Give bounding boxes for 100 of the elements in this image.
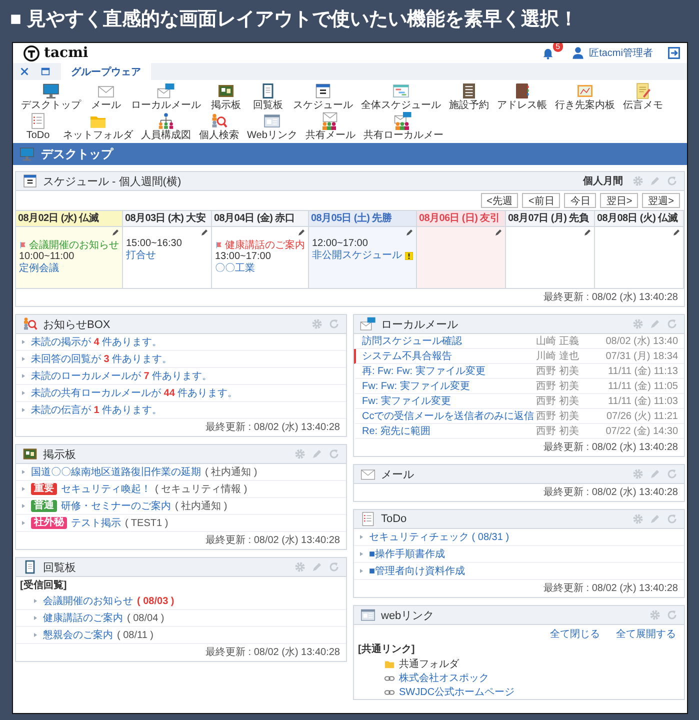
chevron-icon bbox=[34, 599, 37, 603]
app-launcher[interactable]: 全体スケジュール bbox=[357, 82, 445, 111]
app-launcher[interactable]: 施設予約 bbox=[445, 82, 493, 111]
settings-icon[interactable] bbox=[294, 561, 306, 573]
mail-row[interactable]: Fw: 実ファイル変更 西野 初美 11/11 (金) 11:03 bbox=[354, 394, 684, 409]
day-cell[interactable] bbox=[417, 227, 506, 289]
chevron-icon bbox=[22, 357, 25, 361]
refresh-icon[interactable] bbox=[666, 609, 678, 621]
org-chart-icon bbox=[157, 112, 175, 130]
day-cell[interactable] bbox=[506, 227, 595, 289]
date-nav-button[interactable]: <先週 bbox=[480, 193, 518, 208]
app-launcher[interactable]: メール bbox=[85, 82, 127, 111]
monthly-view-link[interactable]: 個人月間 bbox=[583, 174, 623, 188]
mail-row[interactable]: システム不具合報告 川崎 達也 07/31 (月) 18:34 bbox=[354, 349, 684, 364]
notice-link[interactable]: 未回答の回覧が 3 件あります。 bbox=[31, 352, 172, 366]
app-launcher[interactable]: 行き先案内板 bbox=[551, 82, 619, 111]
app-launcher[interactable]: 人員構成図 bbox=[137, 112, 195, 141]
settings-icon[interactable] bbox=[311, 318, 323, 330]
web-link[interactable]: 共通フォルダ bbox=[399, 657, 459, 671]
settings-icon[interactable] bbox=[294, 448, 306, 460]
app-launcher[interactable]: 個人検索 bbox=[195, 112, 243, 141]
notice-link[interactable]: 健康講話のご案内 bbox=[225, 238, 305, 252]
mail-subject: システム不具合報告 bbox=[362, 350, 453, 363]
web-link[interactable]: 株式会社オスポック bbox=[399, 671, 489, 685]
notice-link[interactable]: 会議開催のお知らせ bbox=[29, 238, 119, 252]
settings-icon[interactable] bbox=[632, 468, 644, 480]
settings-icon[interactable] bbox=[632, 318, 644, 330]
app-launcher[interactable]: Webリンク bbox=[243, 112, 302, 141]
circular-link[interactable]: 健康講話のご案内 bbox=[43, 611, 123, 625]
logout-icon[interactable] bbox=[667, 46, 681, 60]
app-launcher[interactable]: デスクトップ bbox=[17, 82, 85, 111]
todo-link[interactable]: セキュリティチェック ( 08/31 ) bbox=[369, 530, 510, 544]
post-link[interactable]: 国道〇〇線南地区道路復旧作業の延期 bbox=[31, 465, 201, 479]
refresh-icon[interactable] bbox=[666, 468, 678, 480]
mail-row[interactable]: Ccでの受信メールを送信者のみに返信 西野 初美 07/26 (火) 11:21 bbox=[354, 409, 684, 424]
date-nav-button[interactable]: 今日 bbox=[564, 193, 596, 208]
mail-date: 11/11 (金) 11:03 bbox=[606, 395, 678, 408]
date-nav-button[interactable]: 翌週> bbox=[642, 193, 680, 208]
app-launcher[interactable]: ローカルメール bbox=[127, 82, 205, 111]
day-cell[interactable]: 健康講話のご案内 13:00~17:00 〇〇工業 bbox=[212, 227, 309, 289]
app-launcher[interactable]: 回覧板 bbox=[247, 82, 289, 111]
day-cell[interactable]: 15:00~16:30 打合せ bbox=[123, 227, 212, 289]
day-cell[interactable]: 会議開催のお知らせ 10:00~11:00 定例会議 bbox=[16, 227, 123, 289]
app-launcher[interactable]: 共有メール bbox=[301, 112, 360, 141]
circular-link[interactable]: 会議開催のお知らせ bbox=[43, 594, 133, 608]
app-launcher[interactable]: ネットフォルダ bbox=[59, 112, 137, 141]
event-link[interactable]: 非公開スケジュール bbox=[312, 250, 402, 262]
day-cell[interactable]: 12:00~17:00 非公開スケジュール bbox=[309, 227, 417, 289]
refresh-icon[interactable] bbox=[666, 513, 678, 525]
mail-row[interactable]: Fw: Fw: 実ファイル変更 西野 初美 11/11 (金) 11:05 bbox=[354, 379, 684, 394]
mail-row[interactable]: 再: Fw: Fw: 実ファイル変更 西野 初美 11/11 (金) 11:13 bbox=[354, 364, 684, 379]
user-link[interactable]: 匠tacmi管理者 bbox=[589, 46, 653, 60]
app-launcher[interactable]: ToDo bbox=[17, 112, 59, 141]
refresh-icon[interactable] bbox=[666, 175, 678, 187]
todo-link[interactable]: ■操作手順書作成 bbox=[369, 547, 446, 561]
tree-action-link[interactable]: 全て展開する bbox=[616, 628, 676, 641]
event-link[interactable]: 打合せ bbox=[126, 250, 156, 262]
event-time: 15:00~16:30 bbox=[126, 238, 183, 250]
mail-date: 11/11 (金) 11:13 bbox=[606, 365, 678, 378]
refresh-icon[interactable] bbox=[328, 448, 340, 460]
app-launcher[interactable]: 伝言メモ bbox=[619, 82, 667, 111]
event-link[interactable]: 〇〇工業 bbox=[215, 263, 255, 275]
app-launcher[interactable]: スケジュール bbox=[289, 82, 357, 111]
event-link[interactable]: 定例会議 bbox=[19, 263, 59, 275]
circular-link[interactable]: 懇親会のご案内 bbox=[43, 628, 113, 642]
mail-sender: 西野 初美 bbox=[536, 380, 580, 393]
refresh-icon[interactable] bbox=[666, 318, 678, 330]
date-nav-button[interactable]: 翌日> bbox=[600, 193, 638, 208]
tree-action-link[interactable]: 全て閉じる bbox=[550, 628, 600, 641]
window-icon[interactable] bbox=[40, 66, 51, 77]
bell-icon[interactable] bbox=[541, 46, 556, 60]
refresh-icon[interactable] bbox=[328, 318, 340, 330]
post-link[interactable]: テスト掲示 bbox=[71, 516, 121, 530]
settings-icon[interactable] bbox=[649, 609, 661, 621]
date-nav-button[interactable]: <前日 bbox=[522, 193, 560, 208]
mail-row[interactable]: Re: 宛先に範囲 西野 初美 07/22 (金) 14:30 bbox=[354, 424, 684, 439]
post-link[interactable]: 研修・セミナーのご案内 bbox=[61, 499, 171, 513]
settings-icon[interactable] bbox=[632, 175, 644, 187]
app-launcher[interactable]: アドレス帳 bbox=[493, 82, 551, 111]
monitor-icon bbox=[19, 146, 35, 162]
post-link[interactable]: セキュリティ喚起！ bbox=[61, 482, 151, 496]
todo-link[interactable]: ■管理者向け資料作成 bbox=[369, 564, 466, 578]
groupware-tab[interactable]: グループウェア bbox=[61, 63, 151, 80]
notice-link[interactable]: 未読の伝言が 1 件あります。 bbox=[31, 403, 162, 417]
day-cell[interactable] bbox=[595, 227, 684, 289]
app-launcher[interactable]: 掲示板 bbox=[205, 82, 247, 111]
notice-link[interactable]: 未読の共有ローカルメールが 44 件あります。 bbox=[31, 386, 238, 400]
mail-subject: 再: Fw: Fw: 実ファイル変更 bbox=[362, 364, 486, 378]
web-link[interactable]: SWJDC公式ホームページ bbox=[399, 685, 515, 699]
settings-icon[interactable] bbox=[632, 513, 644, 525]
page-title: デスクトップ bbox=[41, 146, 113, 162]
refresh-icon[interactable] bbox=[328, 561, 340, 573]
mail-subject: 訪問スケジュール確認 bbox=[362, 334, 463, 348]
post-category: ( 社内通知 ) bbox=[205, 466, 258, 479]
mail-row[interactable]: 訪問スケジュール確認 山崎 正義 08/02 (水) 13:40 bbox=[354, 334, 684, 349]
notice-link[interactable]: 未読の掲示が 4 件あります。 bbox=[31, 335, 162, 349]
app-launcher[interactable]: 共有ローカルメー bbox=[359, 112, 448, 141]
mail-sender: 西野 初美 bbox=[536, 410, 580, 423]
notice-link[interactable]: 未読のローカルメールが 7 件あります。 bbox=[31, 369, 212, 383]
close-icon[interactable] bbox=[19, 66, 30, 77]
